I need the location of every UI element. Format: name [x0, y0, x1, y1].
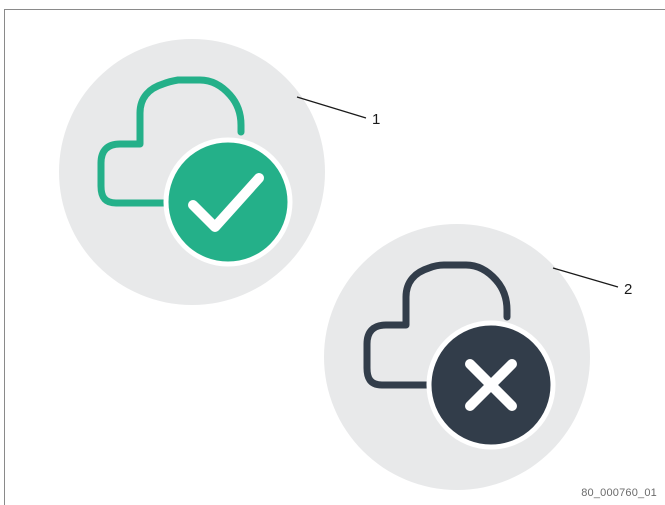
cloud-disconnected-icon [324, 224, 590, 490]
check-circle [163, 137, 293, 267]
callout-number-1: 1 [372, 111, 380, 128]
cloud-status-diagram: 1 2 [59, 39, 632, 490]
figure-id-label: 80_000760_01 [581, 487, 657, 499]
cloud-connected-icon [59, 39, 325, 305]
callout-number-2: 2 [624, 281, 632, 298]
diagram-canvas: 1 2 80_000760_01 [0, 0, 665, 505]
